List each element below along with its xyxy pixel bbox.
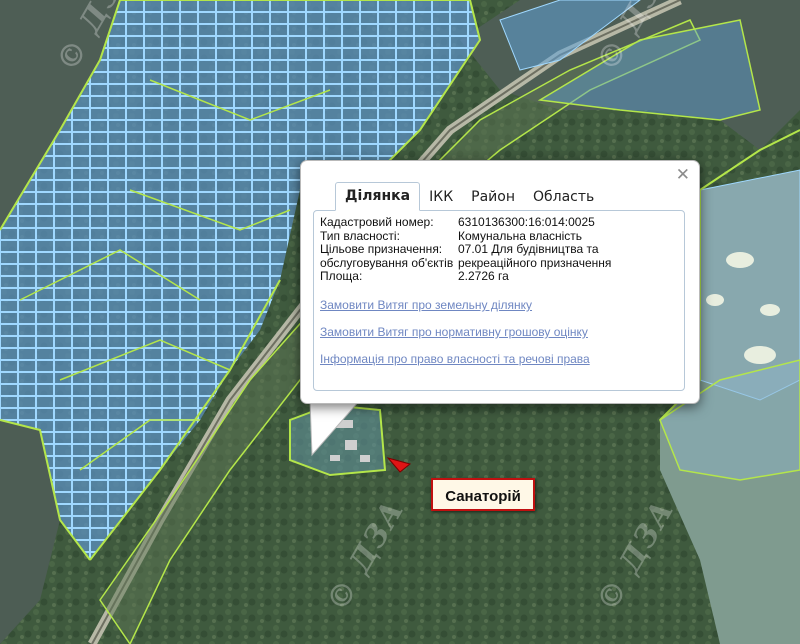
info-row: Площа: 2.2726 га	[320, 269, 678, 284]
popup-tabs: Ділянка ІКК Район Область	[335, 182, 603, 211]
field-label: обслуговування об'єктів	[320, 255, 454, 270]
info-row: Тип власності: Комунальна власність	[320, 228, 678, 244]
info-row: Цільове призначення: 07.01 Для будівницт…	[320, 242, 678, 257]
field-label: Цільове призначення:	[320, 242, 443, 256]
info-row: Кадастровий номер: 6310136300:16:014:002…	[320, 215, 678, 230]
red-arrow-icon	[386, 457, 412, 473]
tab-oblast[interactable]: Область	[524, 184, 603, 210]
tab-content-panel: Кадастровий номер: 6310136300:16:014:002…	[313, 210, 685, 391]
close-icon[interactable]: ✕	[676, 166, 690, 184]
purpose-value: 07.01 Для будівництва та	[458, 242, 599, 256]
order-extract-valuation-link[interactable]: Замовити Витяг про нормативну грошову оц…	[320, 325, 588, 339]
ownership-rights-info-link[interactable]: Інформація про право власності та речові…	[320, 352, 590, 366]
tab-dilianka[interactable]: Ділянка	[335, 182, 421, 211]
area-value: 2.2726 га	[458, 269, 509, 283]
sanatorium-label: Санаторій	[431, 478, 535, 511]
cadastral-number: 6310136300:16:014:0025	[458, 215, 595, 229]
field-label: Тип власності:	[320, 228, 400, 243]
parcel-info-table: Кадастровий номер: 6310136300:16:014:002…	[320, 215, 678, 284]
parcel-info-popup: ✕ Ділянка ІКК Район Область Кадастровий …	[300, 160, 700, 404]
purpose-value: рекреаційного призначення	[458, 255, 612, 270]
field-label: Площа:	[320, 269, 363, 283]
info-row: обслуговування об'єктів рекреаційного пр…	[320, 255, 678, 271]
tab-raion[interactable]: Район	[462, 184, 524, 210]
tab-ikk[interactable]: ІКК	[420, 184, 462, 210]
field-label: Кадастровий номер:	[320, 215, 434, 229]
ownership-type: Комунальна власність	[458, 228, 583, 243]
order-extract-land-link[interactable]: Замовити Витяг про земельну ділянку	[320, 298, 532, 312]
